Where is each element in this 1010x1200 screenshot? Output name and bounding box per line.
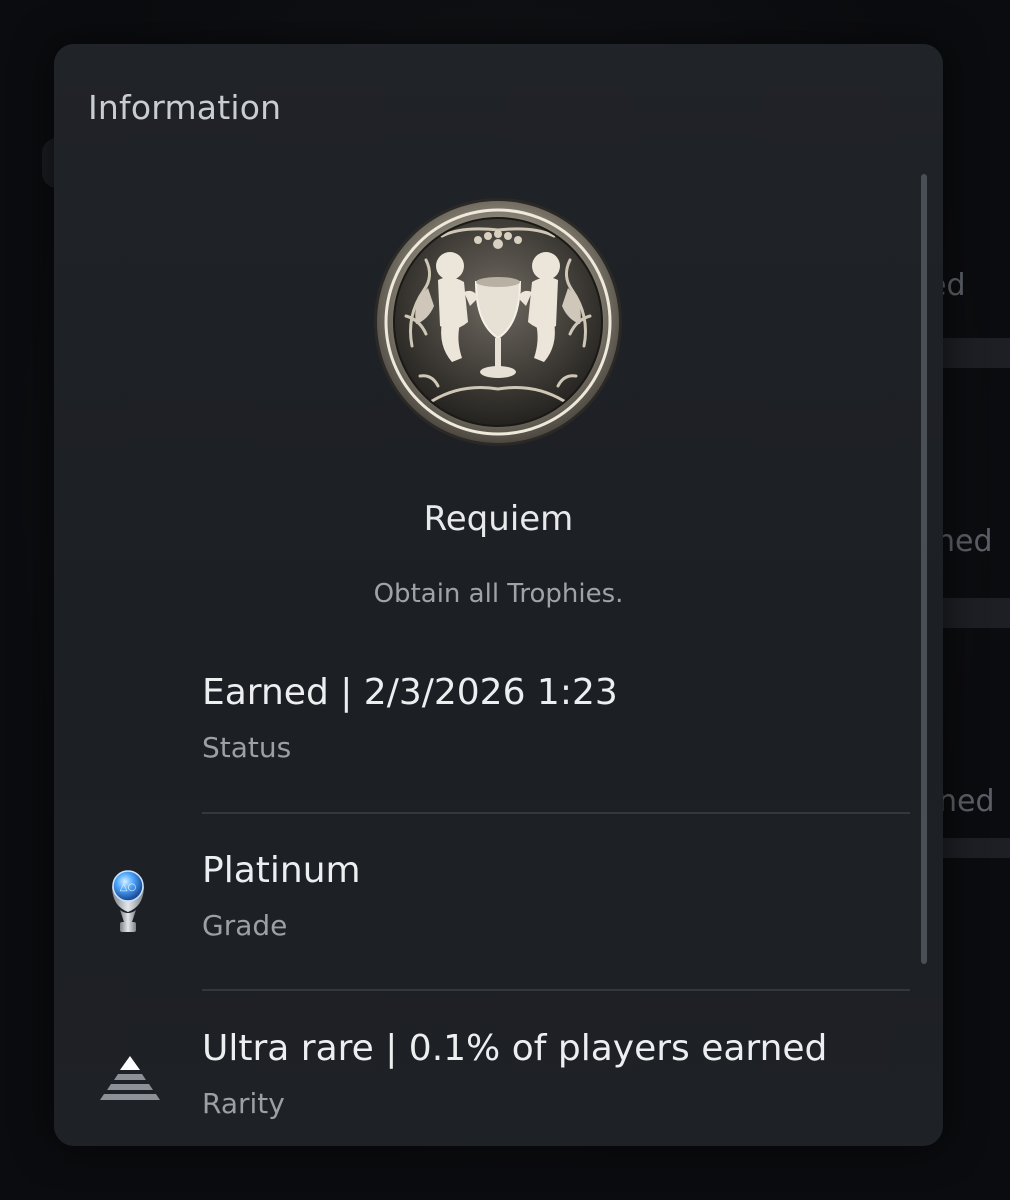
svg-text:△○: △○ — [120, 882, 136, 893]
grade-label: Grade — [202, 909, 288, 942]
grade-row: Platinum Grade — [202, 850, 912, 942]
platinum-trophy-icon: △○ — [106, 864, 150, 942]
trophy-name: Requiem — [423, 499, 574, 539]
information-panel: Information Requiem Obtain all Trophies.… — [54, 44, 943, 1146]
trophy-image — [372, 196, 624, 448]
panel-title: Information — [88, 88, 282, 127]
trophy-description: Obtain all Trophies. — [373, 579, 624, 609]
status-row: Earned | 2/3/2026 1:23 Status — [202, 672, 912, 764]
rarity-value: Ultra rare | 0.1% of players earned — [202, 1028, 828, 1069]
divider — [202, 989, 910, 991]
rarity-pyramid-icon — [98, 1054, 162, 1110]
status-value: Earned | 2/3/2026 1:23 — [202, 672, 618, 713]
background-band — [935, 838, 1010, 858]
divider — [202, 812, 910, 814]
grade-value: Platinum — [202, 850, 361, 891]
screen: ed ned ned Information Requiem Obtain al… — [0, 0, 1010, 1200]
status-label: Status — [202, 731, 292, 764]
background-band — [935, 598, 1010, 628]
background-text: ned — [938, 784, 995, 819]
scrollbar[interactable] — [921, 174, 927, 964]
background-band — [935, 338, 1010, 368]
rarity-label: Rarity — [202, 1087, 285, 1120]
rarity-row: Ultra rare | 0.1% of players earned Rari… — [202, 1028, 912, 1120]
background-text: ned — [936, 524, 993, 559]
